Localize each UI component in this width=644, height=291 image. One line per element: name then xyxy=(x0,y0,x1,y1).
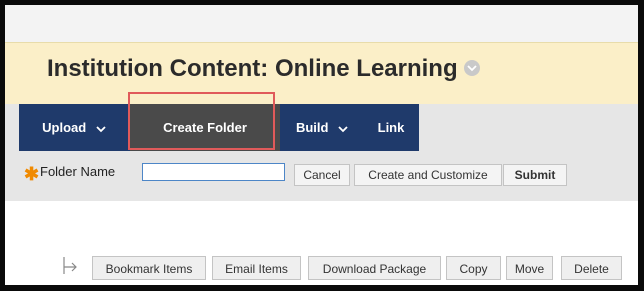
required-asterisk-icon: ✱ xyxy=(24,164,40,184)
create-folder-button[interactable]: Create Folder xyxy=(130,104,280,151)
window-frame: Institution Content: Online Learning Upl… xyxy=(0,0,644,291)
delete-button[interactable]: Delete xyxy=(561,256,622,280)
top-strip xyxy=(5,5,638,42)
folder-name-label: Folder Name xyxy=(40,164,116,179)
create-folder-form: ✱ Folder Name Cancel Create and Customiz… xyxy=(5,151,638,201)
page-title: Institution Content: Online Learning xyxy=(47,55,480,83)
create-folder-label: Create Folder xyxy=(163,120,247,135)
link-button[interactable]: Link xyxy=(367,104,415,151)
upload-menu-button[interactable]: Upload xyxy=(19,104,129,151)
link-label: Link xyxy=(377,120,405,135)
download-package-button[interactable]: Download Package xyxy=(308,256,441,280)
arrow-right-icon xyxy=(61,255,81,282)
submit-button[interactable]: Submit xyxy=(503,164,567,186)
create-and-customize-button[interactable]: Create and Customize xyxy=(354,164,502,186)
title-bar: Institution Content: Online Learning xyxy=(5,42,638,105)
upload-label: Upload xyxy=(42,120,87,135)
folder-name-input[interactable] xyxy=(142,163,285,181)
bookmark-items-button[interactable]: Bookmark Items xyxy=(92,256,206,280)
email-items-button[interactable]: Email Items xyxy=(212,256,301,280)
build-label: Build xyxy=(295,120,329,135)
chevron-down-icon[interactable] xyxy=(463,59,480,76)
move-button[interactable]: Move xyxy=(506,256,553,280)
chevron-down-icon xyxy=(96,105,106,152)
action-bar-menu: Upload Create Folder Build Link xyxy=(19,104,419,151)
page-title-text: Institution Content: Online Learning xyxy=(47,55,458,82)
copy-button[interactable]: Copy xyxy=(446,256,501,280)
cancel-button[interactable]: Cancel xyxy=(294,164,350,186)
action-bar: Upload Create Folder Build Link xyxy=(5,104,638,151)
build-menu-button[interactable]: Build xyxy=(282,104,362,151)
chevron-down-icon xyxy=(338,105,348,152)
